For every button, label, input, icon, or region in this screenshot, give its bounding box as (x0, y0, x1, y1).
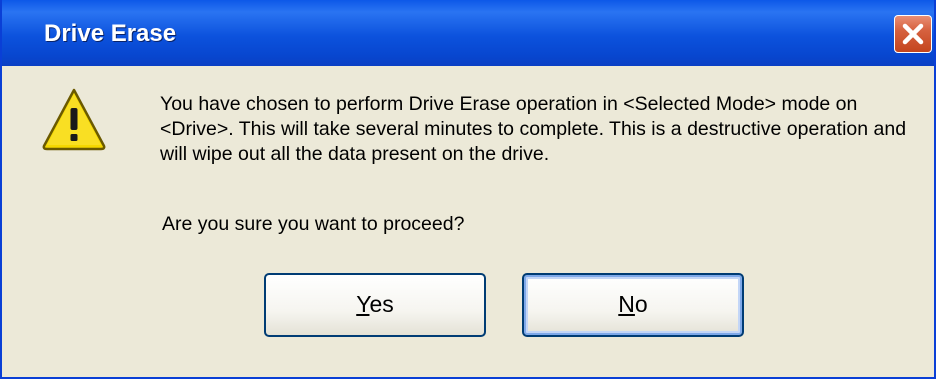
dialog-message: You have chosen to perform Drive Erase o… (160, 93, 907, 165)
no-label-rest: o (634, 291, 648, 317)
yes-label-rest: es (369, 291, 394, 317)
no-mnemonic: N (618, 291, 635, 317)
warning-icon (42, 88, 106, 151)
title-bar[interactable]: Drive Erase (2, 0, 934, 66)
dialog-window: Drive Erase You have chosen to perform D… (0, 0, 936, 379)
close-icon (902, 23, 924, 45)
yes-mnemonic: Y (356, 291, 370, 317)
window-title: Drive Erase (44, 20, 177, 47)
dialog-question: Are you sure you want to proceed? (162, 213, 465, 235)
yes-button[interactable]: Yes (264, 273, 486, 337)
no-button[interactable]: No (522, 273, 744, 337)
close-button[interactable] (894, 15, 932, 53)
